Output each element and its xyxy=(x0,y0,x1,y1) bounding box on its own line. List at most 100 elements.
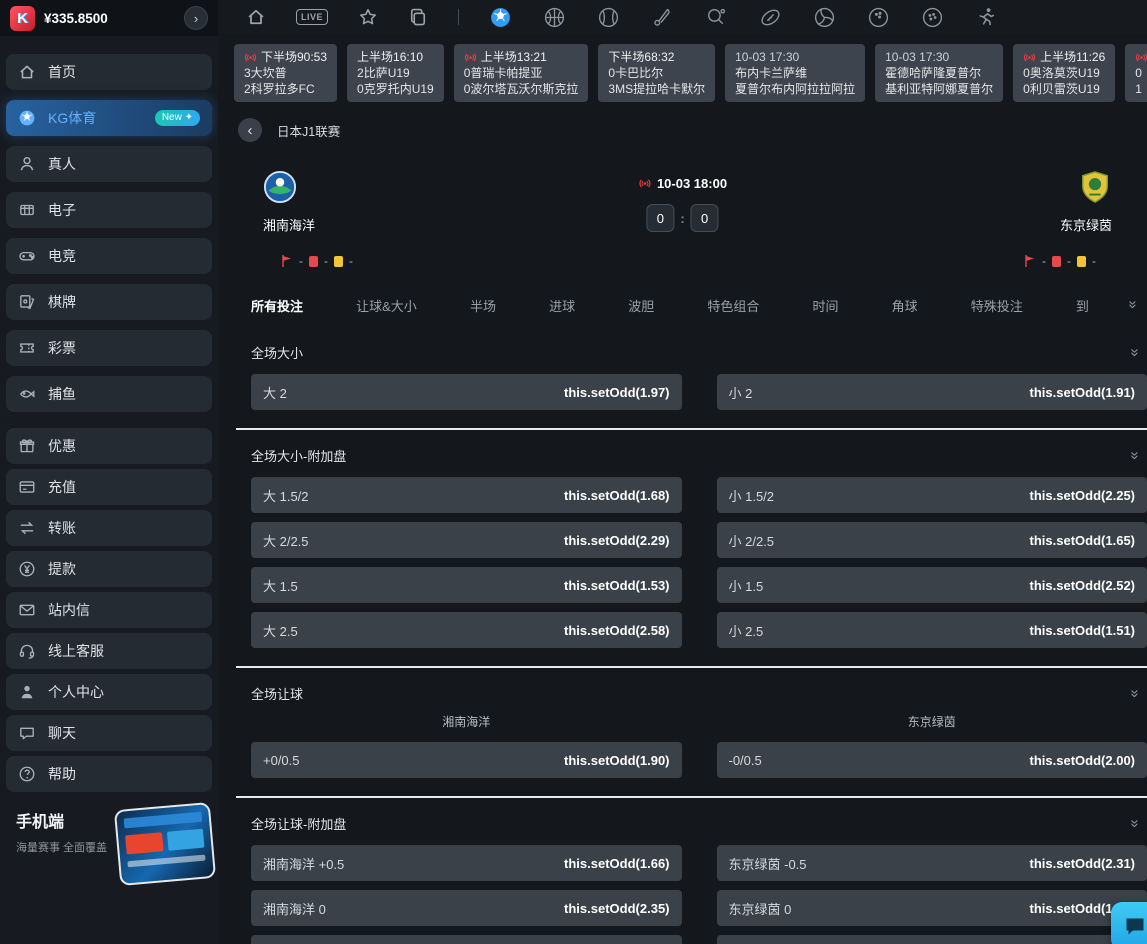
tab-8[interactable]: 特殊投注 xyxy=(971,296,1023,315)
tab-7[interactable]: 角球 xyxy=(892,296,918,315)
odds-cell[interactable]: 大 2/2.5this.setOdd(2.29) xyxy=(251,522,682,558)
sidebar-item-help[interactable]: 帮助 xyxy=(6,756,212,792)
odds-cell[interactable]: 小 1.5this.setOdd(2.52) xyxy=(717,567,1147,603)
sport-baseball-icon[interactable] xyxy=(597,6,620,29)
match-card[interactable]: 上半场11:260奥洛莫茨U190利贝雷茨U19 xyxy=(1013,44,1115,102)
collapse-chevron-icon[interactable]: » xyxy=(1127,451,1142,459)
match-card-team: 布内卡兰萨维 xyxy=(735,65,855,81)
odds-cell[interactable]: 大 1.5/2 this.setOdd(1.68) xyxy=(251,477,682,513)
gamepad-icon xyxy=(18,247,36,265)
market-team-header: 东京绿茵 xyxy=(717,713,1147,730)
sidebar-item-fish[interactable]: 捕鱼 xyxy=(6,376,212,412)
match-card[interactable]: 10-03 17:30霍德哈萨隆夏普尔基利亚特阿娜夏普尔 xyxy=(875,44,1003,102)
sidebar-item-label: 优惠 xyxy=(48,436,76,456)
tab-9[interactable]: 到 xyxy=(1076,296,1089,315)
headset-icon xyxy=(18,642,36,660)
odds-cell[interactable]: 小 1.5/2this.setOdd(2.25) xyxy=(717,477,1147,513)
match-time-text: 上半场16:10 xyxy=(357,49,423,65)
sport-volleyball-icon[interactable] xyxy=(813,6,836,29)
favorites-star-icon[interactable] xyxy=(358,7,378,27)
odds-value: this.setOdd(2.25) xyxy=(1030,488,1135,503)
tab-6[interactable]: 时间 xyxy=(813,296,839,315)
tab-0[interactable]: 所有投注 xyxy=(251,296,303,315)
sidebar-item-gamepad[interactable]: 电竞 xyxy=(6,238,212,274)
sidebar-item-transfer[interactable]: 转账 xyxy=(6,510,212,546)
collapse-chevron-icon[interactable]: » xyxy=(1127,819,1142,827)
odds-label: -0/0.5 xyxy=(729,753,762,768)
sport-rugby-icon[interactable] xyxy=(759,6,782,29)
odds-cell[interactable]: 湘南海洋 0this.setOdd(2.35) xyxy=(251,890,682,926)
away-score: 0 xyxy=(691,204,719,232)
odds-cell[interactable]: 大 1.5this.setOdd(1.53) xyxy=(251,567,682,603)
sidebar-item-ticket[interactable]: 彩票 xyxy=(6,330,212,366)
league-name: 日本J1联赛 xyxy=(277,121,340,140)
live-nav-button[interactable]: LIVE xyxy=(296,9,328,25)
match-card-team: 1 xyxy=(1135,81,1147,97)
corner-count: - xyxy=(1042,254,1046,268)
sidebar-item-person[interactable]: 真人 xyxy=(6,146,212,182)
sport-soccer-icon[interactable] xyxy=(489,6,512,29)
sidebar-item-soccer[interactable]: KG体育New ✦ xyxy=(6,100,212,136)
home-team-name: 湘南海洋 xyxy=(263,215,483,234)
back-button[interactable]: ‹ xyxy=(238,118,262,142)
sidebar-item-tile[interactable]: 棋牌 xyxy=(6,284,212,320)
red-card-count: - xyxy=(1067,254,1071,268)
tab-2[interactable]: 半场 xyxy=(470,296,496,315)
odds-cell[interactable]: 东京绿茵 -0.5this.setOdd(2.31) xyxy=(717,845,1147,881)
league-bar: ‹ 日本J1联赛 xyxy=(238,118,1147,142)
sidebar-item-slot[interactable]: 电子 xyxy=(6,192,212,228)
odds-cell[interactable]: 东京绿茵 0this.setOdd(1.64) xyxy=(717,890,1147,926)
tab-3[interactable]: 进球 xyxy=(549,296,575,315)
odds-cell[interactable]: 大 2.5this.setOdd(2.58) xyxy=(251,612,682,648)
expand-tabs-chevron-icon[interactable]: » xyxy=(1125,300,1140,308)
sidebar-item-gift[interactable]: 优惠 xyxy=(6,428,212,464)
balance-expand-button[interactable]: › xyxy=(184,6,208,30)
match-card[interactable]: 10-03 17:30布内卡兰萨维夏普尔布内阿拉拉阿拉 xyxy=(725,44,865,102)
sport-badminton-icon[interactable] xyxy=(651,6,674,29)
odds-cell[interactable]: 小 2this.setOdd(1.91) xyxy=(717,374,1147,410)
brand-logo[interactable]: K xyxy=(10,6,35,31)
sport-bowling-icon[interactable] xyxy=(867,6,890,29)
my-bets-icon[interactable] xyxy=(408,7,428,27)
odds-cell[interactable]: 东京绿茵 +0/0.5this.setOdd( xyxy=(717,935,1147,944)
match-card[interactable]: 上半场13:210普瑞卡帕提亚0波尔塔瓦沃尔斯克拉 xyxy=(454,44,589,102)
market-title: 全场让球-附加盘 xyxy=(251,814,346,833)
sport-golf-icon[interactable] xyxy=(921,6,944,29)
tab-4[interactable]: 波胆 xyxy=(628,296,654,315)
match-card-team: 0奥洛莫茨U19 xyxy=(1023,65,1105,81)
odds-cell[interactable]: -0/0.5this.setOdd(2.00) xyxy=(717,742,1147,778)
withdraw-icon xyxy=(18,560,36,578)
odds-cell[interactable]: 小 2/2.5this.setOdd(1.65) xyxy=(717,522,1147,558)
tab-1[interactable]: 让球&大小 xyxy=(356,296,417,315)
sport-basketball-icon[interactable] xyxy=(543,6,566,29)
sidebar-item-mail[interactable]: 站内信 xyxy=(6,592,212,628)
sidebar-item-chat[interactable]: 聊天 xyxy=(6,715,212,751)
odds-cell[interactable]: 湘南海洋 +0.5this.setOdd(1.66) xyxy=(251,845,682,881)
sport-running-icon[interactable] xyxy=(975,6,998,29)
tab-5[interactable]: 特色组合 xyxy=(707,296,759,315)
match-card[interactable]: 下半场90:533大坎普2科罗拉多FC xyxy=(234,44,337,102)
sport-tabletennis-icon[interactable] xyxy=(705,6,728,29)
odds-value: this.setOdd(1.68) xyxy=(564,488,669,503)
away-team: 东京绿茵 xyxy=(892,170,1112,234)
odds-cell[interactable]: +0/0.5this.setOdd(1.90) xyxy=(251,742,682,778)
sidebar-item-headset[interactable]: 线上客服 xyxy=(6,633,212,669)
match-card[interactable]: 上半场01 xyxy=(1125,44,1147,102)
home-icon[interactable] xyxy=(246,7,266,27)
odds-cell[interactable]: 小 2.5this.setOdd(1.51) xyxy=(717,612,1147,648)
match-card-team: 3大坎普 xyxy=(244,65,327,81)
odds-cell[interactable]: 湘南海洋 -0/0.5this.setOdd(2.75) xyxy=(251,935,682,944)
sidebar-item-home[interactable]: 首页 xyxy=(6,54,212,90)
odds-label: 大 1.5/2 xyxy=(263,486,309,505)
collapse-chevron-icon[interactable]: » xyxy=(1127,689,1142,697)
sidebar-item-card[interactable]: 充值 xyxy=(6,469,212,505)
sidebar-item-user[interactable]: 个人中心 xyxy=(6,674,212,710)
match-card[interactable]: 上半场16:102比萨U190克罗托内U19 xyxy=(347,44,444,102)
sidebar-item-label: 个人中心 xyxy=(48,682,104,702)
match-card[interactable]: 下半场68:320卡巴比尔3MS提拉哈卡默尔 xyxy=(598,44,715,102)
yellow-card-icon xyxy=(1077,256,1086,267)
chat-support-button[interactable] xyxy=(1111,902,1147,944)
sidebar-item-withdraw[interactable]: 提款 xyxy=(6,551,212,587)
collapse-chevron-icon[interactable]: » xyxy=(1127,348,1142,356)
odds-cell[interactable]: 大 2this.setOdd(1.97) xyxy=(251,374,682,410)
